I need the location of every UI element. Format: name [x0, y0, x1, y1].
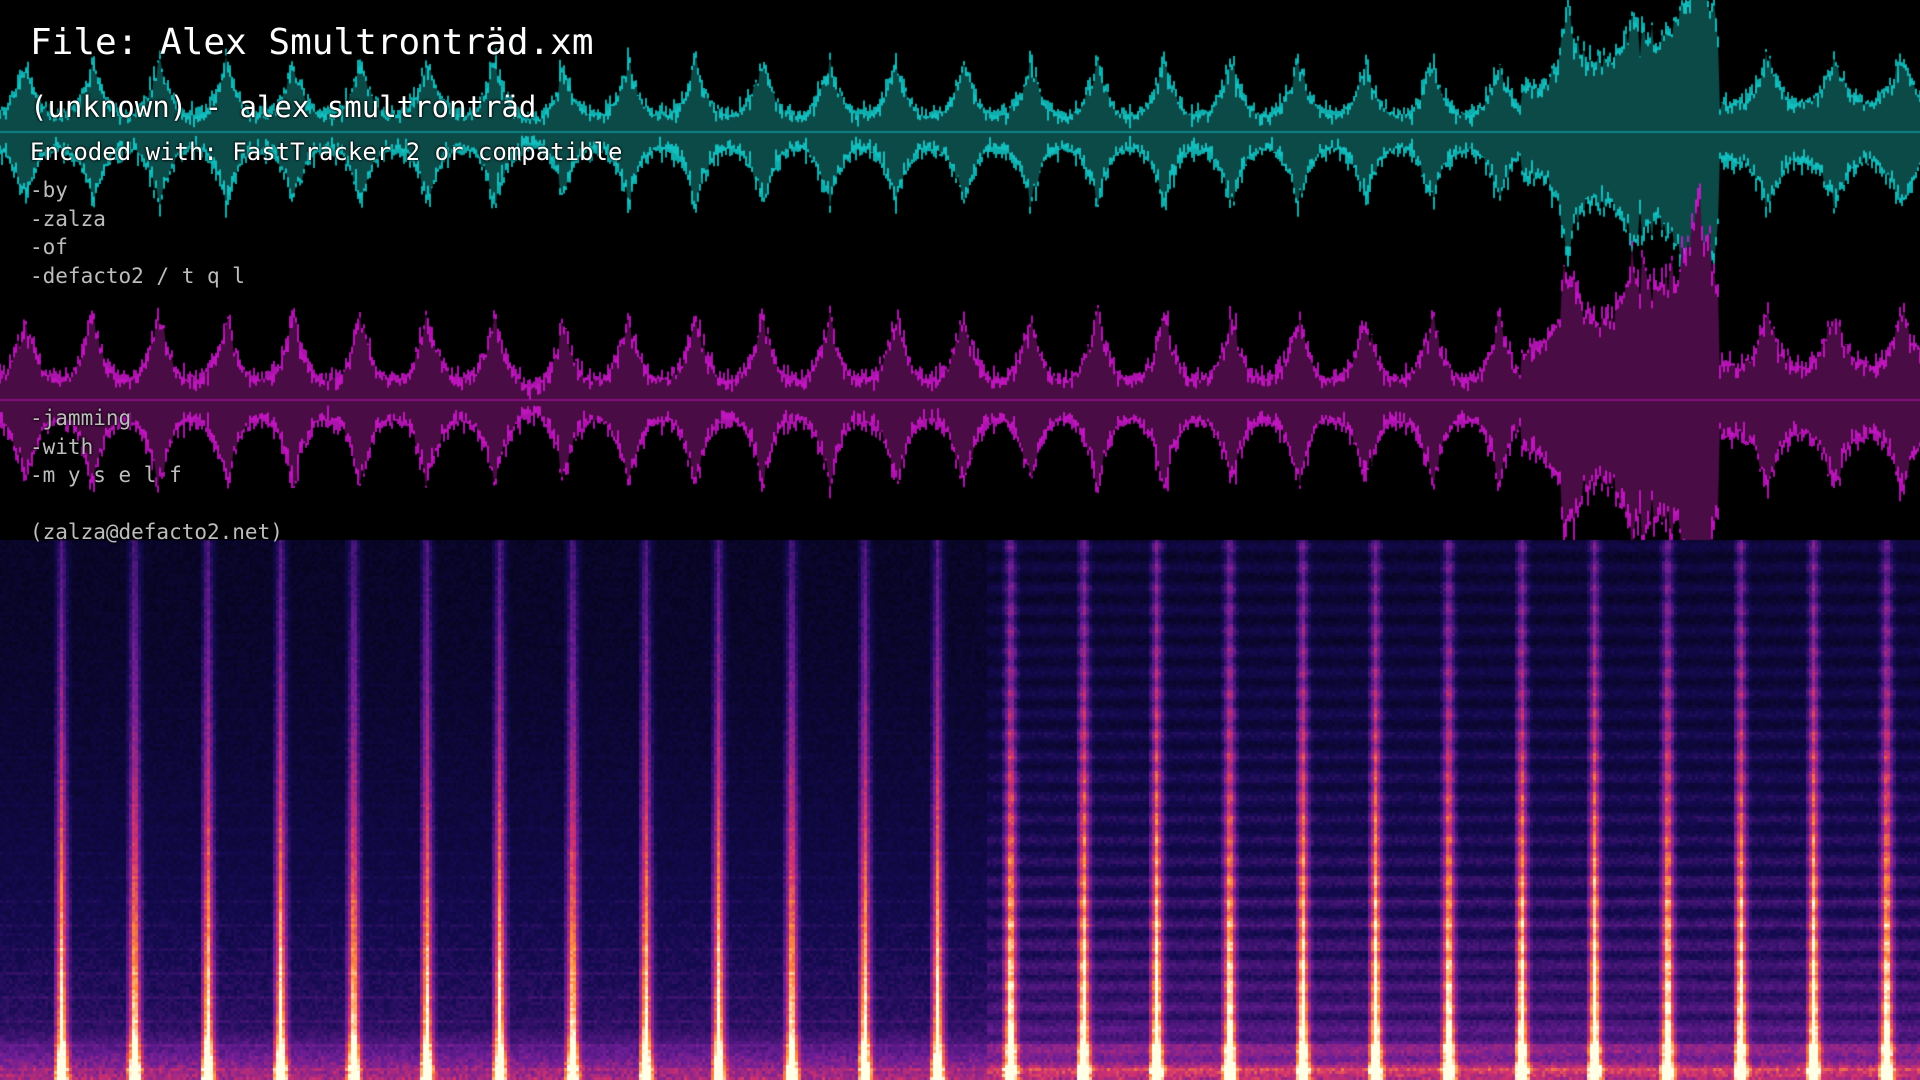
audio-visualization-canvas	[0, 0, 1920, 1080]
